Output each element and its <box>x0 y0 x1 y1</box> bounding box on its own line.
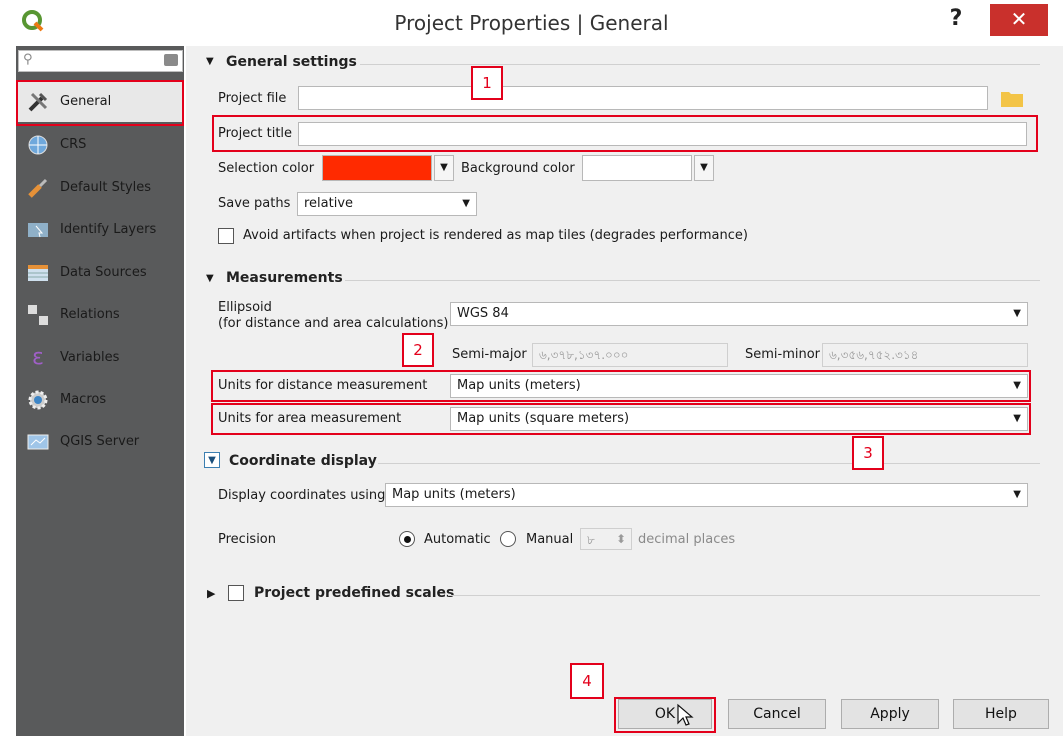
sidebar-item-label: Default Styles <box>60 180 152 195</box>
selection-color-label: Selection color <box>218 161 315 176</box>
sidebar-item-label: QGIS Server <box>60 434 140 449</box>
gear-icon <box>26 388 50 412</box>
automatic-radio[interactable] <box>399 531 415 547</box>
sidebar-item-qgis-server[interactable]: QGIS Server <box>16 422 184 462</box>
coordinate-display-heading: Coordinate display <box>229 453 377 469</box>
semi-major-label: Semi-major <box>452 347 527 362</box>
sidebar-item-crs[interactable]: CRS <box>16 125 184 165</box>
help-button[interactable]: Help <box>953 699 1049 729</box>
background-color-button[interactable] <box>582 155 692 181</box>
epsilon-icon: ε <box>32 345 44 370</box>
semi-major-field: ৬,৩৭৮,১৩৭.০০০ <box>532 343 728 367</box>
sidebar-item-variables[interactable]: ε Variables <box>16 338 184 378</box>
sidebar-item-identify-layers[interactable]: Identify Layers <box>16 210 184 250</box>
search-input[interactable]: ⚲ <box>18 50 183 72</box>
chevron-down-icon: ▼ <box>1013 308 1021 319</box>
help-title-button[interactable]: ? <box>938 4 974 36</box>
manual-radio[interactable] <box>500 531 516 547</box>
highlight-area-units <box>211 403 1031 435</box>
predefined-scales-checkbox[interactable] <box>228 585 244 601</box>
server-icon <box>26 430 50 454</box>
predefined-scales-heading: Project predefined scales <box>254 585 455 601</box>
window-title: Project Properties | General <box>394 11 669 35</box>
save-paths-value: relative <box>304 196 354 211</box>
collapse-arrow-icon[interactable]: ▼ <box>206 273 214 284</box>
automatic-label: Automatic <box>424 532 491 547</box>
collapse-arrow-icon[interactable]: ▼ <box>206 56 214 67</box>
manual-label: Manual <box>526 532 574 547</box>
clear-search-icon[interactable] <box>164 54 178 66</box>
relations-icon <box>26 303 50 327</box>
background-color-label: Background color <box>461 161 575 176</box>
annotation-badge-4: 4 <box>570 663 604 699</box>
divider <box>360 64 1040 65</box>
precision-label: Precision <box>218 532 277 547</box>
chevron-down-icon: ▼ <box>462 198 470 209</box>
avoid-artifacts-label: Avoid artifacts when project is rendered… <box>243 228 748 243</box>
sidebar-item-default-styles[interactable]: Default Styles <box>16 168 184 208</box>
sidebar-item-label: Variables <box>60 350 120 365</box>
sidebar-item-data-sources[interactable]: Data Sources <box>16 253 184 293</box>
project-file-label: Project file <box>218 91 287 106</box>
spin-arrows-icon: ⬍ <box>615 532 626 546</box>
ellipsoid-label: Ellipsoid <box>218 300 272 315</box>
avoid-artifacts-checkbox[interactable] <box>218 228 234 244</box>
sidebar-item-label: Identify Layers <box>60 222 157 237</box>
measurements-heading: Measurements <box>226 270 343 286</box>
sidebar-item-label: Relations <box>60 307 120 322</box>
semi-minor-field: ৬,৩৫৬,৭৫২.৩১৪ <box>822 343 1028 367</box>
general-settings-heading: General settings <box>226 54 357 70</box>
identify-icon <box>26 218 50 242</box>
sidebar-item-label: Data Sources <box>60 265 147 280</box>
sidebar-item-label: Macros <box>60 392 107 407</box>
annotation-badge-1: 1 <box>471 66 503 100</box>
folder-icon[interactable] <box>1000 88 1024 112</box>
close-button[interactable]: ✕ <box>990 4 1048 36</box>
save-paths-select[interactable]: relative ▼ <box>297 192 477 216</box>
ellipsoid-value: WGS 84 <box>457 306 509 321</box>
search-icon: ⚲ <box>23 52 33 67</box>
sidebar-item-label: CRS <box>60 137 87 152</box>
background-color-dropdown-icon[interactable]: ▼ <box>694 155 714 181</box>
brush-icon <box>26 176 50 200</box>
globe-icon <box>26 133 50 157</box>
decimal-places-spinbox: ৮ ⬍ <box>580 528 632 550</box>
display-coordinates-label: Display coordinates using <box>218 488 386 503</box>
decimal-places-label: decimal places <box>638 532 736 547</box>
divider <box>345 280 1040 281</box>
project-file-input[interactable] <box>298 86 988 110</box>
expand-arrow-icon[interactable]: ▶ <box>207 587 215 600</box>
sidebar-item-macros[interactable]: Macros <box>16 380 184 420</box>
ellipsoid-select[interactable]: WGS 84 ▼ <box>450 302 1028 326</box>
display-coordinates-select[interactable]: Map units (meters) ▼ <box>385 483 1028 507</box>
selection-color-dropdown-icon[interactable]: ▼ <box>434 155 454 181</box>
display-coordinates-value: Map units (meters) <box>392 487 516 502</box>
sidebar-item-relations[interactable]: Relations <box>16 295 184 335</box>
save-paths-label: Save paths <box>218 196 291 211</box>
semi-minor-label: Semi-minor <box>745 347 821 362</box>
apply-button[interactable]: Apply <box>841 699 939 729</box>
annotation-badge-3: 3 <box>852 436 884 470</box>
table-icon <box>26 261 50 285</box>
cancel-button[interactable]: Cancel <box>728 699 826 729</box>
highlight-general <box>16 80 184 126</box>
selection-color-button[interactable] <box>322 155 432 181</box>
highlight-distance-units <box>211 370 1031 402</box>
coordinate-display-toggle-icon[interactable]: ▼ <box>204 452 220 468</box>
ellipsoid-sublabel: (for distance and area calculations) <box>218 316 449 331</box>
highlight-project-title <box>212 115 1038 152</box>
annotation-badge-2: 2 <box>402 333 434 367</box>
divider <box>448 595 1040 596</box>
highlight-ok <box>614 697 716 733</box>
decimal-places-value: ৮ <box>587 533 595 547</box>
divider <box>378 463 1040 464</box>
chevron-down-icon: ▼ <box>1013 489 1021 500</box>
